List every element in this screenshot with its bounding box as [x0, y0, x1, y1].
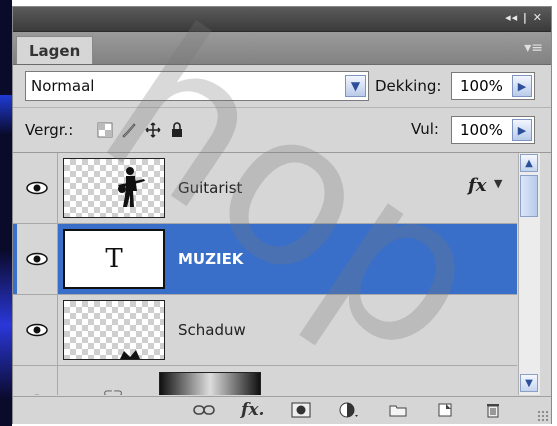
layer-name: MUZIEK: [178, 250, 244, 268]
visibility-toggle[interactable]: [17, 295, 58, 365]
layers-bottom-toolbar: fx.: [13, 396, 551, 424]
layer-effects-icon[interactable]: fx: [468, 175, 486, 196]
visibility-toggle[interactable]: [17, 366, 58, 395]
collapse-close-controls[interactable]: ◂◂ | ✕: [505, 11, 543, 24]
lock-label: Vergr.:: [25, 121, 74, 139]
layer-name: Guitarist: [178, 179, 243, 197]
layer-name: Schaduw: [178, 321, 246, 339]
trash-icon[interactable]: [485, 401, 501, 419]
layers-scrollbar[interactable]: ▲ ▼: [518, 153, 540, 395]
type-layer-thumbnail: T: [63, 229, 165, 289]
expand-effects-arrow-icon[interactable]: ▼: [494, 177, 502, 190]
canvas-glow: [0, 95, 12, 135]
layer-thumbnail: [63, 300, 165, 360]
eye-icon: [33, 394, 41, 395]
opacity-field[interactable]: 100% ▶: [451, 72, 535, 100]
lock-pixels-brush-icon[interactable]: [121, 122, 137, 138]
link-icon[interactable]: [193, 401, 215, 419]
scroll-down-icon[interactable]: ▼: [520, 374, 538, 392]
blend-mode-select[interactable]: Normaal ▼: [25, 71, 369, 101]
chevron-down-icon[interactable]: ▼: [345, 75, 366, 97]
tab-lagen[interactable]: Lagen: [16, 36, 94, 64]
blend-opacity-row: Normaal ▼ Dekking: 100% ▶: [13, 65, 551, 108]
layers-panel: ◂◂ | ✕ Lagen ▾≡ Normaal ▼ Dekking: 100% …: [12, 6, 552, 424]
panel-titlebar[interactable]: ◂◂ | ✕: [13, 7, 551, 32]
blend-mode-value: Normaal: [31, 77, 95, 95]
link-chain-icon: ⊂⊃: [103, 386, 124, 395]
lock-fill-row: Vergr.: Vul: 100% ▶: [13, 108, 551, 153]
layer-row-guitarist[interactable]: Guitarist fx ▼: [13, 153, 517, 224]
eye-icon: [26, 252, 48, 266]
chevron-right-icon[interactable]: ▶: [512, 75, 532, 97]
type-layer-glyph: T: [105, 244, 123, 274]
lock-position-move-icon[interactable]: [145, 122, 161, 138]
fx-icon[interactable]: fx.: [241, 400, 264, 420]
canvas-glow: [0, 250, 12, 400]
fill-field[interactable]: 100% ▶: [451, 116, 535, 144]
lock-transparency-icon[interactable]: [97, 122, 113, 138]
resize-gripper[interactable]: [537, 410, 549, 422]
opacity-value: 100%: [460, 77, 503, 95]
guitarist-silhouette-icon: [118, 167, 145, 207]
mask-icon[interactable]: [291, 401, 311, 419]
layers-list: Guitarist fx ▼ T MUZIEK Schaduw ⊂⊃: [13, 153, 517, 395]
eye-icon: [26, 323, 48, 337]
panel-menu-icon[interactable]: ▾≡: [524, 40, 543, 56]
fill-label: Vul:: [411, 120, 439, 138]
tab-row: Lagen ▾≡: [13, 32, 551, 65]
scroll-thumb[interactable]: [520, 175, 538, 217]
lock-all-icon[interactable]: [169, 122, 185, 138]
visibility-toggle[interactable]: [17, 224, 58, 294]
tab-label: Lagen: [29, 41, 81, 60]
fill-value: 100%: [460, 121, 503, 139]
chevron-right-icon[interactable]: ▶: [512, 119, 532, 141]
layer-row-schaduw[interactable]: Schaduw: [13, 295, 517, 366]
new-layer-icon[interactable]: [437, 401, 453, 419]
layer-row-muziek[interactable]: T MUZIEK: [13, 224, 517, 295]
background-canvas-edge: [0, 0, 12, 426]
scroll-up-icon[interactable]: ▲: [520, 154, 538, 172]
layer-row-gradient[interactable]: ⊂⊃: [13, 366, 517, 395]
visibility-toggle[interactable]: [17, 153, 58, 223]
adjustment-icon[interactable]: [339, 401, 359, 419]
shadow-shape-icon: [120, 350, 140, 359]
eye-icon: [26, 181, 48, 195]
group-folder-icon[interactable]: [389, 401, 407, 419]
gradient-thumbnail: [159, 372, 261, 395]
layer-thumbnail: [63, 158, 165, 218]
opacity-label: Dekking:: [375, 77, 442, 95]
